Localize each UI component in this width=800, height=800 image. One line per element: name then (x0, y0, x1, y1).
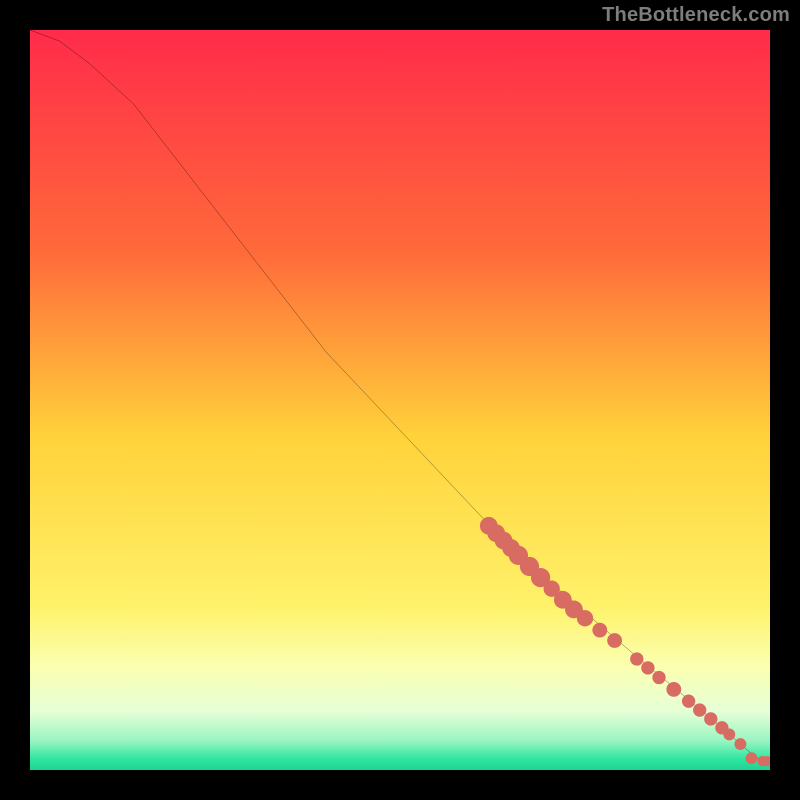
gradient-background (30, 30, 770, 770)
marker-dot (666, 682, 681, 697)
chart-stage: TheBottleneck.com (0, 0, 800, 800)
marker-dot (734, 738, 746, 750)
marker-dot (746, 752, 758, 764)
marker-dot (723, 729, 735, 741)
chart-svg (30, 30, 770, 770)
attribution-text: TheBottleneck.com (602, 4, 790, 27)
plot-area (30, 30, 770, 770)
marker-dot (693, 703, 706, 716)
marker-dot (704, 712, 717, 725)
marker-dot (630, 652, 643, 665)
marker-dot (577, 610, 593, 626)
marker-dot (592, 623, 607, 638)
marker-dot (682, 695, 695, 708)
marker-dot (641, 661, 654, 674)
marker-dot (607, 633, 622, 648)
marker-dot (652, 671, 665, 684)
